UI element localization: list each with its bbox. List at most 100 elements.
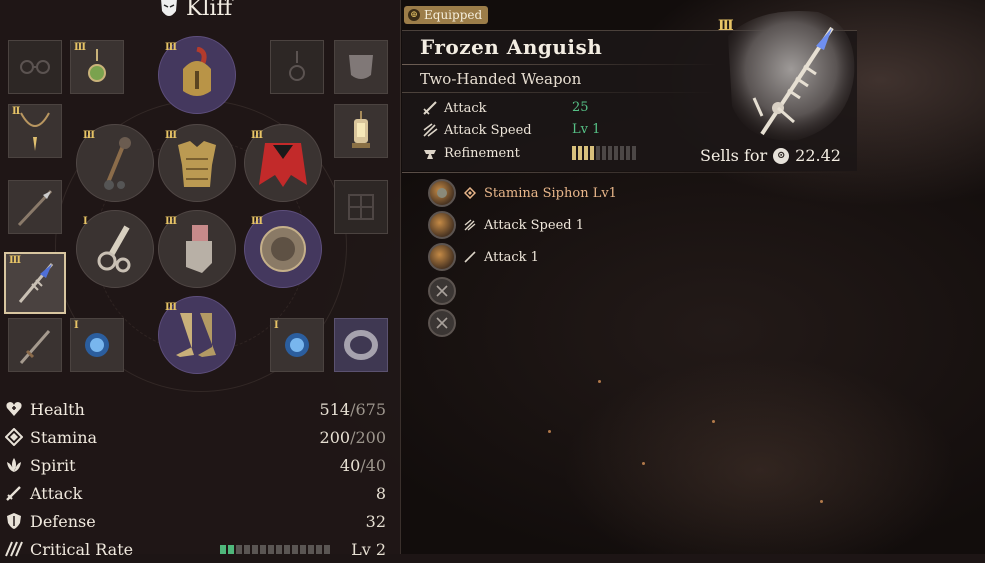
- refinement-bar: [572, 146, 636, 160]
- crit-rate-bar: [220, 545, 330, 554]
- pip: [316, 545, 322, 554]
- stat-spirit: Spirit 40/40: [4, 451, 390, 479]
- item-type: Two-Handed Weapon: [420, 70, 582, 88]
- ability-attack-speed[interactable]: Attack Speed 1: [428, 211, 584, 239]
- armor-icon: [178, 141, 216, 187]
- divider: [402, 64, 717, 65]
- slot-two-handed[interactable]: III: [4, 252, 66, 314]
- stat-value: 200/200: [319, 427, 386, 447]
- slot-helmet[interactable]: III: [158, 36, 236, 114]
- tier-label: I: [274, 320, 279, 331]
- slot-mask[interactable]: [334, 40, 388, 94]
- slot-eyewear[interactable]: [8, 40, 62, 94]
- slot-main-weapon[interactable]: III: [76, 124, 154, 202]
- tier-label: III: [165, 302, 177, 313]
- item-image: [728, 11, 855, 141]
- bow-icon: [97, 225, 131, 273]
- sells-value: 22.42: [795, 146, 841, 165]
- slot-earring-left[interactable]: III: [70, 40, 124, 94]
- slot-lantern[interactable]: [334, 104, 388, 158]
- ember: [548, 430, 551, 433]
- equipped-label: Equipped: [424, 8, 483, 22]
- prop-value: Lv 1: [572, 122, 601, 137]
- empty-socket-icon: [428, 309, 456, 337]
- ability-empty-socket[interactable]: [428, 309, 456, 337]
- sword-icon: [423, 101, 437, 115]
- ability-empty-socket[interactable]: [428, 277, 456, 305]
- mask-slot-icon: [349, 55, 373, 79]
- lantern-icon: [352, 111, 370, 148]
- slot-ring-left[interactable]: I: [70, 318, 124, 372]
- ability-stamina-siphon[interactable]: Stamina Siphon Lv1: [428, 179, 617, 207]
- character-header: Kliff: [158, 0, 232, 21]
- stat-label: Critical Rate: [30, 539, 134, 559]
- stat-label: Attack: [30, 483, 83, 503]
- ability-attack[interactable]: Attack 1: [428, 243, 539, 271]
- slot-shield[interactable]: III: [244, 210, 322, 288]
- stat-health: Health 514/675: [4, 395, 390, 423]
- pip: [308, 545, 314, 554]
- bracelet-icon: [344, 330, 378, 360]
- slot-gloves[interactable]: III: [158, 210, 236, 288]
- slot-armor[interactable]: III: [158, 124, 236, 202]
- attack-speed-icon: [464, 219, 476, 231]
- pip: [632, 146, 636, 160]
- cloak-icon: [259, 143, 307, 187]
- mask-icon: [161, 0, 177, 16]
- ring-icon: [85, 333, 109, 357]
- attack-speed-icon: [423, 123, 438, 137]
- stat-label: Stamina: [30, 427, 98, 447]
- character-name: Kliff: [186, 0, 233, 21]
- divider: [402, 92, 717, 93]
- ability-label: Attack Speed 1: [484, 217, 584, 233]
- earring-icon: [289, 51, 305, 81]
- earring-icon: [88, 49, 106, 82]
- slot-boots[interactable]: III: [158, 296, 236, 374]
- pip: [268, 545, 274, 554]
- ability-label: Stamina Siphon Lv1: [484, 185, 617, 201]
- equipment-panel: Kliff III III II III III III III I III I…: [0, 0, 401, 559]
- stat-value: 514/675: [319, 399, 386, 419]
- pip: [626, 146, 630, 160]
- pip: [284, 545, 290, 554]
- tier-label: I: [83, 216, 88, 227]
- tier-label: III: [165, 42, 177, 53]
- spirit-icon: [4, 455, 24, 475]
- attack-speed-icon: [428, 211, 456, 239]
- mace-icon: [104, 137, 131, 190]
- slot-backpack[interactable]: [334, 180, 388, 234]
- slot-off-weapon[interactable]: I: [76, 210, 154, 288]
- pip: [590, 146, 594, 160]
- stat-critical-rate: Critical Rate Lv 2: [4, 535, 390, 563]
- sword-icon: [464, 251, 476, 263]
- stat-stamina: Stamina 200/200: [4, 423, 390, 451]
- slot-bracelet[interactable]: [334, 318, 388, 372]
- stat-label: Defense: [30, 511, 96, 531]
- tier-label: III: [9, 255, 21, 266]
- slot-dagger[interactable]: [8, 318, 62, 372]
- helmet-icon: [183, 47, 211, 96]
- slot-spear[interactable]: [8, 180, 62, 234]
- slot-cloak[interactable]: III: [244, 124, 322, 202]
- pip: [300, 545, 306, 554]
- shield-stat-icon: [4, 511, 24, 531]
- item-tier: III: [718, 18, 734, 34]
- coin-icon: ⊙: [773, 147, 790, 164]
- stat-defense: Defense 32: [4, 507, 390, 535]
- pip: [584, 146, 588, 160]
- boots-icon: [176, 313, 216, 357]
- slot-necklace[interactable]: II: [8, 104, 62, 158]
- slot-earring-right[interactable]: [270, 40, 324, 94]
- anvil-icon: [424, 150, 436, 159]
- stats-list: Health 514/675 Stamina 200/200 Spirit 40…: [4, 395, 390, 563]
- ember: [642, 462, 645, 465]
- tier-label: I: [74, 320, 79, 331]
- stat-label: Health: [30, 399, 85, 419]
- slot-ring-right[interactable]: I: [270, 318, 324, 372]
- pip: [614, 146, 618, 160]
- pip: [608, 146, 612, 160]
- prop-attack-speed: Attack Speed: [422, 122, 532, 138]
- sword-icon: [428, 243, 456, 271]
- health-icon: [4, 399, 24, 419]
- backpack-icon: [348, 194, 374, 220]
